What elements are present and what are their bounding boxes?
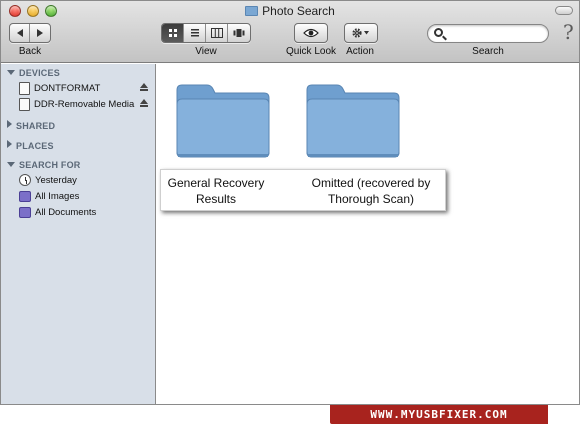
disclosure-down-icon (7, 70, 15, 75)
folder-omitted-thorough-scan[interactable] (305, 82, 401, 160)
coverflow-view-icon (233, 29, 245, 37)
folder-icon (176, 84, 270, 158)
folder-label-omitted[interactable]: Omitted (recovered by Thorough Scan) (297, 175, 445, 207)
gear-icon (352, 28, 369, 38)
finder-window: Photo Search Back View Quick Look Action… (0, 0, 580, 405)
column-view-icon (210, 28, 223, 38)
file-browser-content: General Recovery Results Omitted (recove… (157, 64, 579, 404)
sidebar-section-search-for[interactable]: SEARCH FOR (7, 160, 81, 170)
folder-label-general-recovery[interactable]: General Recovery Results (161, 175, 271, 207)
list-view-icon (190, 29, 199, 37)
column-view-button[interactable] (206, 24, 228, 42)
quick-look-label: Quick Look (285, 46, 337, 57)
action-button[interactable] (345, 24, 377, 42)
magnifier-icon (434, 28, 443, 37)
sidebar-item-label: Yesterday (35, 174, 77, 186)
clock-icon (19, 174, 31, 186)
view-control (161, 23, 251, 43)
action-label: Action (346, 46, 374, 57)
sidebar-item-label: DDR-Removable Media (34, 98, 135, 110)
list-view-button[interactable] (184, 24, 206, 42)
folder-general-recovery-results[interactable] (175, 82, 271, 160)
back-button[interactable] (10, 24, 30, 42)
folder-icon (306, 84, 400, 158)
disclosure-right-icon (7, 140, 12, 148)
right-arrow-icon (37, 29, 43, 37)
sidebar-item-ddr-removable-media[interactable]: DDR-Removable Media (19, 96, 153, 112)
disclosure-right-icon (7, 120, 12, 128)
sidebar: DEVICES DONTFORMAT DDR-Removable Media S… (1, 64, 156, 404)
disk-icon (19, 81, 30, 95)
smart-folder-icon (19, 206, 31, 218)
toolbar-toggle-button[interactable] (555, 6, 573, 15)
icon-view-icon (168, 29, 177, 37)
window-title: Photo Search (1, 4, 579, 18)
search-field[interactable] (427, 24, 549, 43)
toolbar: Photo Search Back View Quick Look Action… (1, 1, 579, 63)
help-icon[interactable]: ? (563, 20, 574, 44)
forward-button[interactable] (30, 24, 50, 42)
sidebar-item-dontformat[interactable]: DONTFORMAT (19, 80, 153, 96)
coverflow-view-button[interactable] (228, 24, 250, 42)
back-forward-control (9, 23, 51, 43)
sidebar-item-yesterday[interactable]: Yesterday (19, 172, 153, 188)
quick-look-button[interactable] (295, 24, 327, 42)
search-label: Search (472, 46, 504, 57)
sidebar-item-all-images[interactable]: All Images (19, 188, 153, 204)
quick-look-control (294, 23, 328, 43)
sidebar-item-label: DONTFORMAT (34, 82, 101, 94)
eye-icon (303, 28, 319, 38)
smart-folder-icon (19, 190, 31, 202)
disk-icon (19, 97, 30, 111)
disclosure-down-icon (7, 162, 15, 167)
sidebar-item-all-documents[interactable]: All Documents (19, 204, 153, 220)
sidebar-section-devices[interactable]: DEVICES (7, 68, 60, 78)
eject-icon[interactable] (140, 83, 149, 92)
sidebar-section-places[interactable]: PLACES (7, 140, 54, 151)
sidebar-section-shared[interactable]: SHARED (7, 120, 55, 131)
sidebar-item-label: All Documents (35, 206, 97, 218)
action-control (344, 23, 378, 43)
window-title-text: Photo Search (262, 4, 335, 18)
left-arrow-icon (16, 29, 23, 37)
icon-view-button[interactable] (162, 24, 184, 42)
search-input[interactable] (448, 26, 544, 41)
view-label: View (195, 46, 217, 57)
watermark-banner: WWW.MYUSBFIXER.COM (330, 405, 548, 424)
folder-icon (245, 6, 259, 16)
back-label: Back (18, 46, 42, 57)
eject-icon[interactable] (140, 99, 149, 108)
sidebar-item-label: All Images (35, 190, 80, 202)
